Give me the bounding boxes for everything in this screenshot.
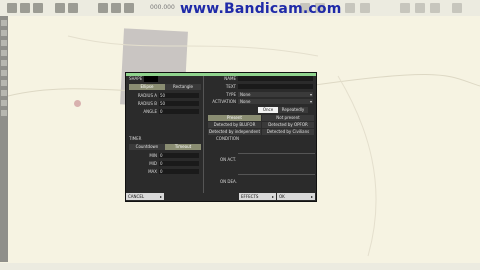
sidebar-tool-10[interactable] <box>1 110 7 116</box>
left-sidebar <box>0 16 8 262</box>
angle-label: ANGLE <box>143 109 157 114</box>
settings-icon[interactable] <box>415 3 425 13</box>
on-act-field-border[interactable] <box>238 174 315 175</box>
repeat-repeatedly-button[interactable]: Repeatedly <box>278 107 308 113</box>
arrow-right-icon: ▸ <box>271 194 274 199</box>
presence-not-present-button[interactable]: Not present <box>262 115 314 121</box>
sidebar-tool-3[interactable] <box>1 40 7 46</box>
presence-opfor-button[interactable]: Detected by OPFOR <box>262 122 314 128</box>
radius-a-label: RADIUS A <box>137 93 157 98</box>
save-icon[interactable] <box>33 3 43 13</box>
chevron-down-icon: ▾ <box>309 92 312 97</box>
recorder-watermark: www.Bandicam.com <box>180 1 342 17</box>
activation-label: ACTIVATION <box>212 99 236 104</box>
cancel-button[interactable]: CANCEL ▸ <box>126 193 164 200</box>
shape-label: SHAPE <box>129 76 143 81</box>
on-dea-label: ON DEA. <box>220 179 237 184</box>
timer-timeout-button[interactable]: Timeout <box>165 144 201 150</box>
min-label: MIN <box>149 153 157 158</box>
redo-icon[interactable] <box>68 3 78 13</box>
chevron-down-icon: ▾ <box>309 99 312 104</box>
trigger-marker[interactable] <box>74 100 81 107</box>
sidebar-tool-2[interactable] <box>1 30 7 36</box>
sidebar-tool-8[interactable] <box>1 90 7 96</box>
name-input[interactable] <box>238 76 313 81</box>
presence-independent-button[interactable]: Detected by independent <box>208 129 261 135</box>
min-input[interactable]: 0 <box>159 153 199 158</box>
presence-civilians-button[interactable]: Detected by Civilians <box>262 129 314 135</box>
text-input[interactable] <box>238 84 313 89</box>
type-label: TYPE <box>226 92 236 97</box>
exit-icon[interactable] <box>452 3 462 13</box>
mid-input[interactable]: 0 <box>159 161 199 166</box>
effects-button[interactable]: EFFECTS ▸ <box>239 193 276 200</box>
play-icon[interactable] <box>345 3 355 13</box>
undo-icon[interactable] <box>55 3 65 13</box>
max-label: MAX <box>148 169 157 174</box>
on-act-label: ON ACT. <box>220 157 237 162</box>
trigger-attributes-dialog: SHAPE Ellipse Rectangle RADIUS A 50 RADI… <box>125 72 317 202</box>
radius-a-input[interactable]: 50 <box>159 93 199 98</box>
activation-select[interactable]: None ▾ <box>238 99 313 104</box>
shape-rectangle-button[interactable]: Rectangle <box>165 84 201 90</box>
condition-label: CONDITION <box>216 136 239 141</box>
timer-label: TIMER <box>129 136 142 141</box>
move-tool-icon[interactable] <box>98 3 108 13</box>
radius-b-input[interactable]: 50 <box>159 101 199 106</box>
dialog-divider <box>203 76 204 193</box>
sidebar-tool-1[interactable] <box>1 20 7 26</box>
text-label: TEXT <box>225 84 236 89</box>
timer-countdown-button[interactable]: Countdown <box>129 144 165 150</box>
mid-label: MID <box>149 161 157 166</box>
presence-blufor-button[interactable]: Detected by BLUFOR <box>208 122 261 128</box>
status-bar <box>0 263 480 270</box>
ok-button[interactable]: OK ▸ <box>277 193 315 200</box>
arrow-right-icon: ▸ <box>310 194 313 199</box>
presence-present-button[interactable]: Present <box>208 115 261 121</box>
angle-input[interactable]: 0 <box>159 109 199 114</box>
sidebar-tool-9[interactable] <box>1 100 7 106</box>
preview-icon[interactable] <box>360 3 370 13</box>
shape-header-box <box>144 76 158 82</box>
max-input[interactable]: 0 <box>159 169 199 174</box>
radius-b-label: RADIUS B <box>137 101 157 106</box>
sidebar-tool-5[interactable] <box>1 60 7 66</box>
file-icon[interactable] <box>7 3 17 13</box>
help-icon[interactable] <box>430 3 440 13</box>
open-icon[interactable] <box>20 3 30 13</box>
zoom-readout: 000.000 <box>150 4 175 11</box>
arrow-right-icon: ▸ <box>159 194 162 199</box>
condition-field-border[interactable] <box>238 153 315 154</box>
scale-tool-icon[interactable] <box>124 3 134 13</box>
name-label: NAME <box>224 76 236 81</box>
sidebar-tool-7[interactable] <box>1 80 7 86</box>
sidebar-tool-4[interactable] <box>1 50 7 56</box>
rotate-tool-icon[interactable] <box>111 3 121 13</box>
type-select[interactable]: None ▾ <box>238 92 313 97</box>
shape-ellipse-button[interactable]: Ellipse <box>129 84 165 90</box>
sidebar-tool-6[interactable] <box>1 70 7 76</box>
repeat-once-button[interactable]: Once <box>258 107 278 113</box>
layers-icon[interactable] <box>400 3 410 13</box>
